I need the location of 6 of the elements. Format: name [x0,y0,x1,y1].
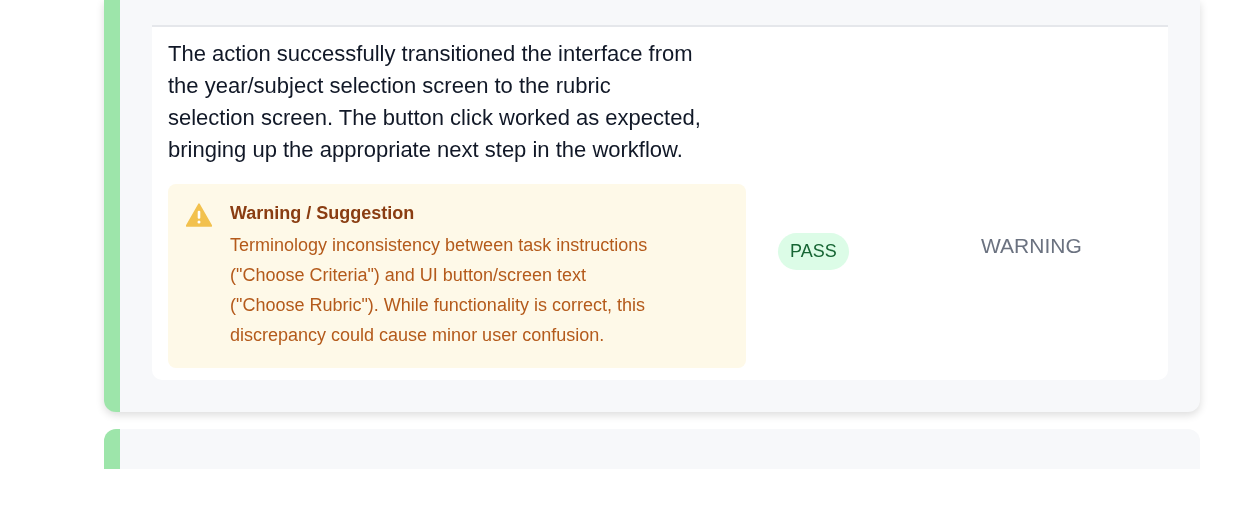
result-badge: PASS [778,233,849,270]
warning-text: Terminology inconsistency between task instructions ("Choose Criteria") and UI button/screen text ("Choose Rubric"). While functionality is correct, this discrepancy could cause minor user confusion. [230,234,649,347]
description-text: The action successfully transitioned the interface from the year/subject selection screen to the rubric selection screen. The button click worked as expected, bringing up the appropriate next step in the workflow. [168,40,702,164]
warning-title: Warning / Suggestion [230,202,416,225]
status-text: WARNING [981,234,1082,257]
warning-icon [186,203,212,227]
